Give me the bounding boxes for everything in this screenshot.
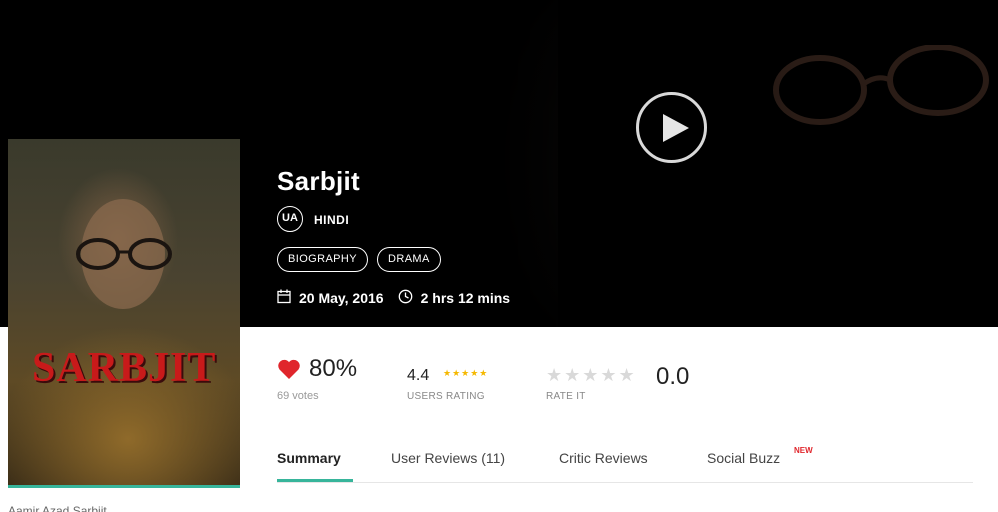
- calendar-icon: [277, 289, 291, 307]
- tab-critic-reviews[interactable]: Critic Reviews: [559, 450, 648, 466]
- tab-summary[interactable]: Summary: [277, 450, 341, 466]
- certificate-badge: UA: [277, 206, 303, 232]
- release-info-row: 20 May, 2016 2 hrs 12 mins: [277, 289, 510, 307]
- release-date: 20 May, 2016: [299, 290, 384, 306]
- votes-count: 69 votes: [277, 390, 319, 402]
- tab-user-reviews[interactable]: User Reviews (11): [391, 450, 505, 466]
- movie-poster[interactable]: SARBJIT: [8, 139, 240, 485]
- tab-social-buzz[interactable]: Social Buzz: [707, 450, 780, 466]
- play-trailer-button[interactable]: [636, 92, 707, 163]
- poster-accent-bar: [8, 485, 240, 488]
- genre-tag-biography[interactable]: BIOGRAPHY: [277, 247, 369, 272]
- tab-bar: Summary User Reviews (11) Critic Reviews…: [277, 446, 973, 483]
- active-tab-indicator: [277, 479, 353, 482]
- movie-title: Sarbjit: [277, 166, 361, 196]
- language-label: HINDI: [314, 213, 350, 227]
- below-poster-text: Aamir Azad Sarbjit: [8, 504, 107, 512]
- like-percentage: 80%: [309, 355, 358, 382]
- rate-it-stars[interactable]: ★★★★★: [546, 365, 637, 386]
- genre-tag-drama[interactable]: DRAMA: [377, 247, 441, 272]
- heart-icon[interactable]: [277, 359, 301, 380]
- play-icon: [663, 114, 689, 142]
- users-rating-label: USERS RATING: [407, 391, 485, 402]
- rate-it-label: RATE IT: [546, 391, 586, 402]
- poster-face-graphic: [76, 199, 172, 309]
- clock-icon: [398, 289, 413, 307]
- new-badge: NEW: [794, 446, 813, 455]
- duration: 2 hrs 12 mins: [420, 290, 511, 306]
- rate-it-value: 0.0: [656, 363, 690, 390]
- users-rating-value: 4.4: [407, 367, 430, 384]
- poster-title-text: SARBJIT: [32, 345, 217, 391]
- users-rating-stars: ★★★★★: [443, 368, 489, 378]
